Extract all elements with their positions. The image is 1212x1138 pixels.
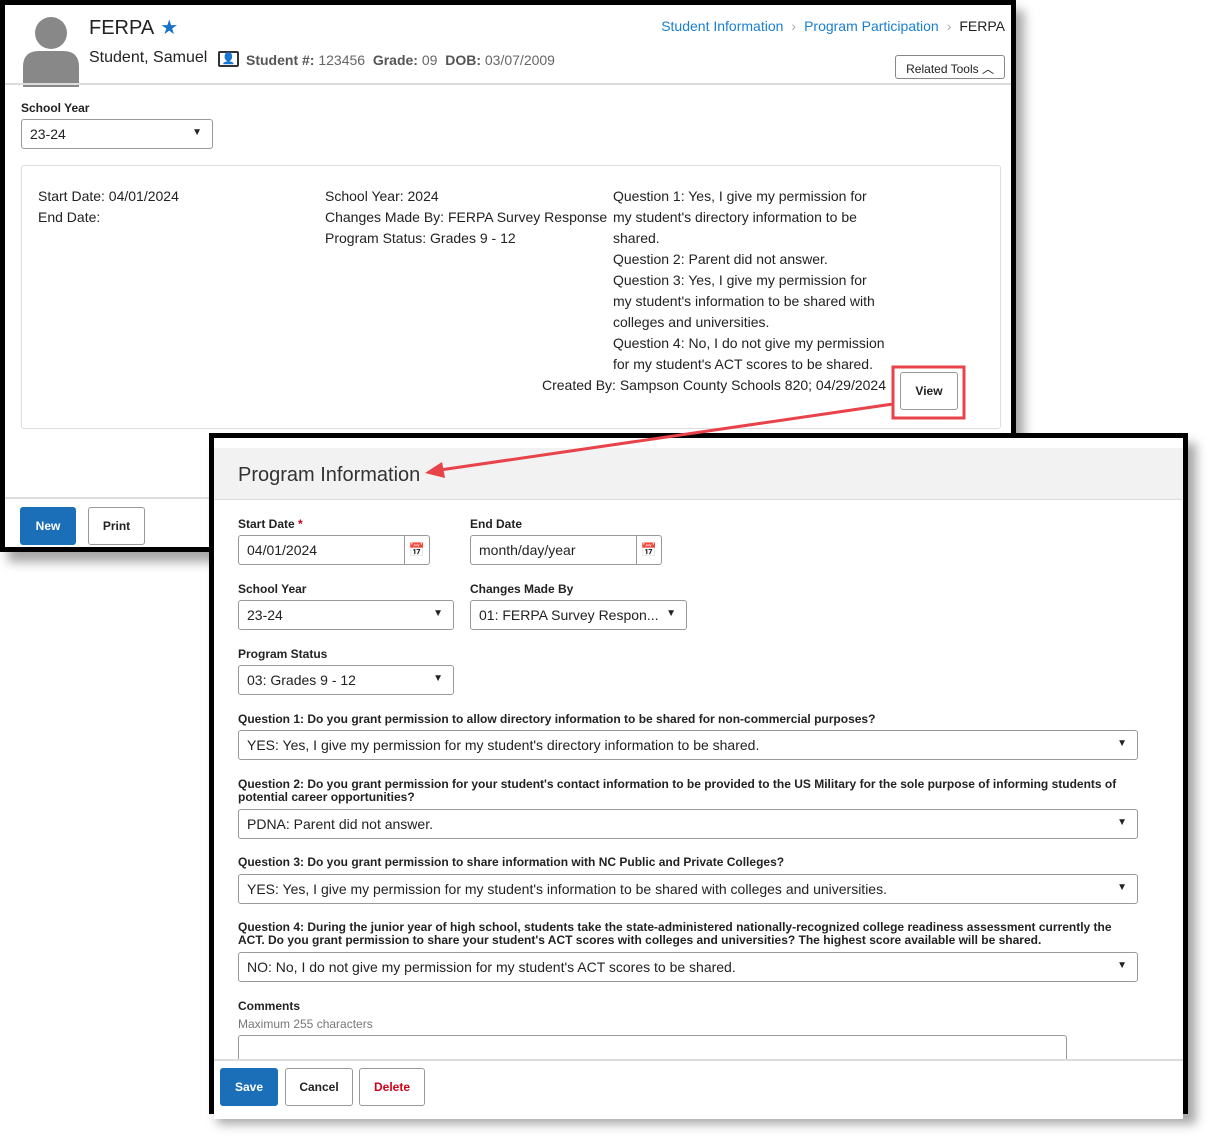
callout-arrow-line <box>439 402 894 472</box>
arrowhead-icon <box>425 462 445 478</box>
view-highlight-box <box>891 365 966 420</box>
callout-overlay <box>425 365 966 478</box>
